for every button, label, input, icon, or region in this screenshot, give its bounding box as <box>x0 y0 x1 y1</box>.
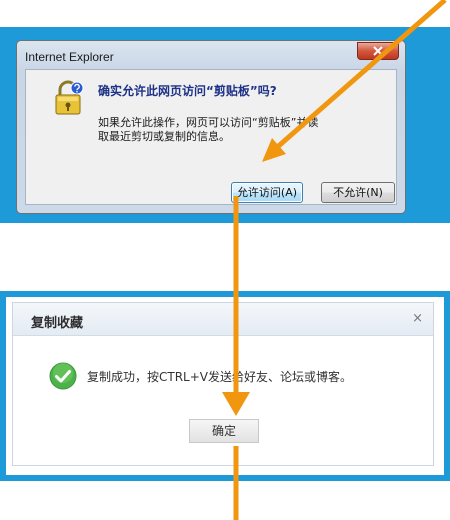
copy-success-message: 复制成功，按CTRL+V发送给好友、论坛或博客。 <box>87 370 352 384</box>
deny-access-button[interactable]: 不允许(N) <box>321 182 395 203</box>
ie-close-button[interactable] <box>357 42 399 60</box>
ie-dialog-description: 如果允许此操作，网页可以访问“剪贴板”并读取最近剪切或复制的信息。 <box>98 116 319 143</box>
ie-window-title: Internet Explorer <box>25 50 114 64</box>
copy-close-button[interactable]: × <box>412 311 423 326</box>
copy-dialog-header: 复制收藏 × <box>13 303 433 336</box>
green-check-icon <box>49 362 77 390</box>
ie-dialog-heading: 确实允许此网页访问“剪贴板”吗? <box>98 84 277 98</box>
close-icon <box>373 46 383 56</box>
ok-button[interactable]: 确定 <box>189 419 259 443</box>
ie-titlebar: Internet Explorer <box>17 41 405 69</box>
allow-access-button[interactable]: 允许访问(A) <box>231 182 303 203</box>
ie-dialog-window: Internet Explorer 确实允许此网页访问“剪贴板”吗? 如果允许此… <box>16 40 406 214</box>
copy-dialog: 复制收藏 × 复制成功，按CTRL+V发送给好友、论坛或博客。 确定 <box>12 302 434 466</box>
copy-dialog-title: 复制收藏 <box>31 316 84 331</box>
padlock-question-icon <box>55 80 84 115</box>
